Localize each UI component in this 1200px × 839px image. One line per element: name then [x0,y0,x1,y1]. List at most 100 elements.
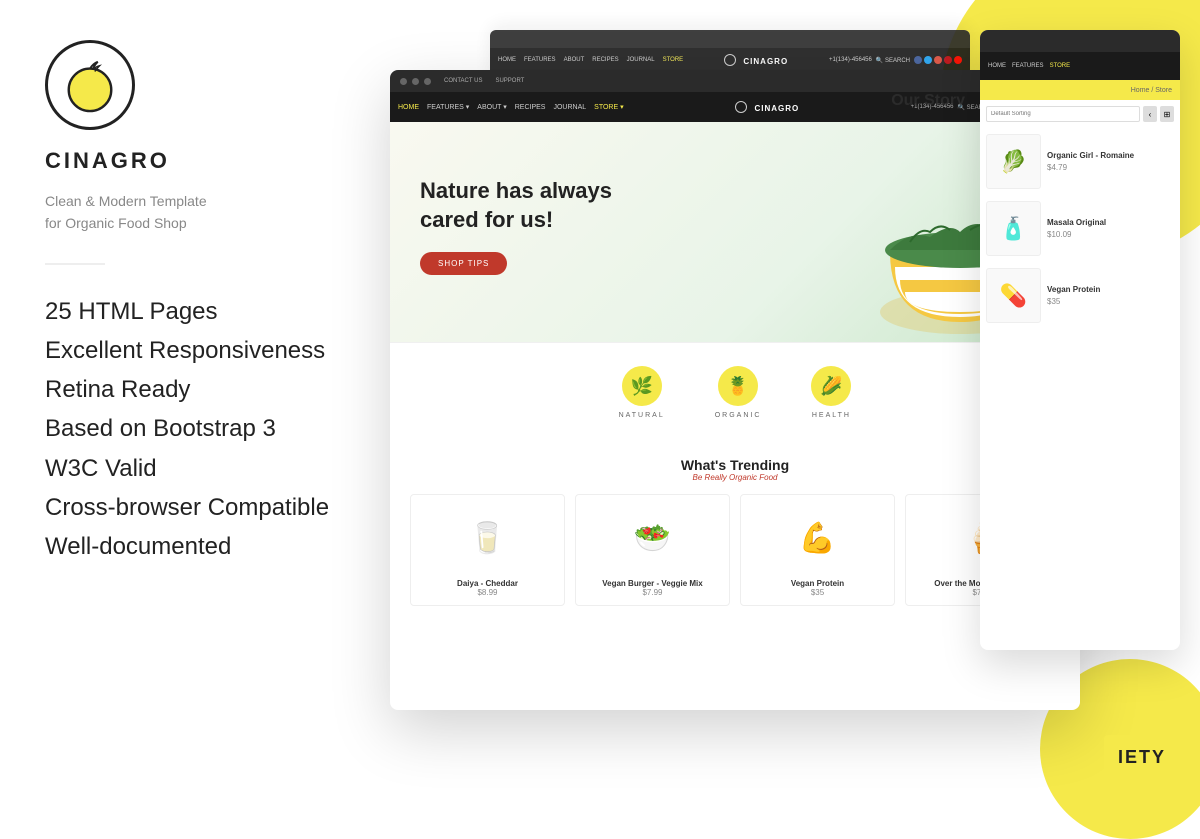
tagline-line2: for Organic Food Shop [45,212,335,234]
sidebar-nav-features: FEATURES [1012,63,1044,69]
social-tw [924,56,932,64]
category-item: 🌽 HEALTH [811,366,851,419]
browser-dot-2 [412,78,419,85]
hero-text-block: Nature has always cared for us! SHOP TIP… [420,177,612,275]
sidebar-product-image: 💊 [986,268,1041,323]
trending-title: What's Trending [410,457,1060,473]
social-gp [934,56,942,64]
browser-main: CONTACT US SUPPORT LOGIN REGISTER HOME F… [390,70,1080,710]
feature-item: 25 HTML Pages [45,293,335,330]
preview-top-bar [490,30,970,48]
brand-name: CINAGRO [45,148,335,174]
preview-nav-features: FEATURES [524,57,556,63]
tagline-line1: Clean & Modern Template [45,190,335,212]
feature-item: Retina Ready [45,371,335,408]
sidebar-product[interactable]: 🥬 Organic Girl - Romaine $4.79 [986,134,1174,189]
category-icon: 🌽 [811,366,851,406]
browser-dot-1 [400,78,407,85]
category-label: NATURAL [619,412,665,419]
categories-section: 🌿 NATURAL 🍍 ORGANIC 🌽 HEALTH [390,342,1080,442]
product-card[interactable]: 🥗 Vegan Burger - Veggie Mix $7.99 [575,494,730,606]
product-image: 🥛 [453,503,523,573]
category-icon: 🌿 [622,366,662,406]
sidebar-product[interactable]: 🧴 Masala Original $10.09 [986,201,1174,256]
product-card[interactable]: 🥛 Daiya - Cheddar $8.99 [410,494,565,606]
nav-brand-text: CINAGRO [754,104,799,113]
hero-headline-line2: cared for us! [420,206,612,235]
hero-headline-line1: Nature has always [420,177,612,206]
sort-input[interactable] [986,106,1140,122]
browser-nav: HOME FEATURES ▾ ABOUT ▾ RECIPES JOURNAL … [390,92,1080,122]
sidebar-nav-bar: HOME FEATURES STORE [980,52,1180,80]
preview-brand: CINAGRO [743,57,788,66]
product-card[interactable]: 💪 Vegan Protein $35 [740,494,895,606]
nav-home[interactable]: HOME [398,104,419,111]
product-price: $8.99 [419,588,556,597]
category-item: 🌿 NATURAL [619,366,665,419]
mockup-wrapper: HOME FEATURES ABOUT RECIPES JOURNAL STOR… [390,30,1180,780]
category-label: ORGANIC [715,412,762,419]
tagline: Clean & Modern Template for Organic Food… [45,190,335,235]
sort-bar: ‹ ⊞ [986,106,1174,122]
features-list: 25 HTML PagesExcellent ResponsivenessRet… [45,293,335,565]
product-image: 🥗 [618,503,688,573]
preview-nav-journal: JOURNAL [627,57,655,63]
browser-dot-3 [424,78,431,85]
sidebar-product-name: Organic Girl - Romaine [1047,151,1174,161]
sidebar-products: 🥬 Organic Girl - Romaine $4.79 🧴 Masala … [980,128,1180,329]
breadcrumb-bar: Home / Store [980,80,1180,100]
social-pt [944,56,952,64]
sidebar-product-image: 🥬 [986,134,1041,189]
sidebar-top-bar [980,30,1180,52]
product-image: 💪 [783,503,853,573]
product-price: $35 [749,588,886,597]
sidebar-product-price: $4.79 [1047,163,1174,172]
feature-item: Cross-browser Compatible [45,489,335,526]
feature-item: W3C Valid [45,450,335,487]
right-panel: HOME FEATURES ABOUT RECIPES JOURNAL STOR… [390,30,1180,780]
preview-nav: HOME FEATURES ABOUT RECIPES JOURNAL STOR… [490,48,970,72]
product-price: $7.99 [584,588,721,597]
nav-recipes[interactable]: RECIPES [515,104,546,111]
hero-cta-button[interactable]: SHOP TIPS [420,252,507,275]
left-panel: CINAGRO Clean & Modern Template for Orga… [0,0,380,799]
nav-features[interactable]: FEATURES ▾ [427,103,469,111]
support: SUPPORT [495,78,524,84]
sidebar-product[interactable]: 💊 Vegan Protein $35 [986,268,1174,323]
our-story-heading: Our Story [891,92,965,110]
preview-lemon-icon [724,54,736,66]
preview-social [914,56,962,64]
sidebar-product-price: $35 [1047,297,1174,306]
lemon-icon [61,56,119,114]
category-item: 🍍 ORGANIC [715,366,762,419]
nav-store[interactable]: STORE ▾ [594,103,623,111]
logo-container [45,40,335,130]
sidebar-nav-items: HOME FEATURES STORE [988,63,1070,69]
sort-btn-next[interactable]: ⊞ [1160,106,1174,122]
sort-btn-prev[interactable]: ‹ [1143,106,1157,122]
nav-lemon-icon [735,101,747,113]
sidebar-product-price: $10.09 [1047,230,1174,239]
nav-journal[interactable]: JOURNAL [553,104,586,111]
social-fb [914,56,922,64]
breadcrumb-text: Home / Store [1131,87,1172,94]
products-grid: 🥛 Daiya - Cheddar $8.99 🥗 Vegan Burger -… [410,494,1060,606]
nav-about[interactable]: ABOUT ▾ [477,103,506,111]
feature-item: Based on Bootstrap 3 [45,410,335,447]
preview-phone: +1(134)-456456 [829,57,872,63]
sidebar-product-name: Vegan Protein [1047,285,1174,295]
hero-headline: Nature has always cared for us! [420,177,612,234]
preview-logo: CINAGRO [691,51,821,69]
preview-nav-store: STORE [663,57,684,63]
product-name: Vegan Protein [749,579,886,588]
hero-section: Nature has always cared for us! SHOP TIP… [390,122,1080,342]
divider [45,263,105,265]
sidebar-sort: ‹ ⊞ [980,100,1180,128]
sidebar-product-info: Vegan Protein $35 [1047,285,1174,306]
sidebar-product-info: Masala Original $10.09 [1047,218,1174,239]
sidebar-nav-home: HOME [988,63,1006,69]
product-name: Daiya - Cheddar [419,579,556,588]
trending-section: What's Trending Be Really Organic Food 🥛… [390,442,1080,621]
preview-nav-recipes: RECIPES [592,57,618,63]
sidebar-product-name: Masala Original [1047,218,1174,228]
